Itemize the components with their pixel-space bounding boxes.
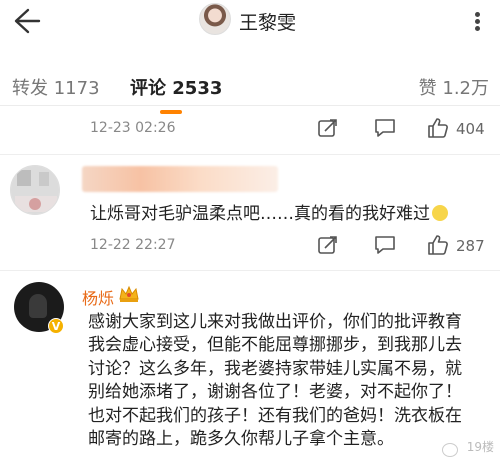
reply-icon[interactable] bbox=[373, 116, 397, 140]
comment-divider bbox=[0, 154, 500, 155]
comment-line: 感谢大家到这儿来对我做出评价，你们的批评教育 bbox=[88, 312, 462, 332]
watermark: 19楼 bbox=[466, 440, 494, 454]
reply-icon[interactable] bbox=[373, 233, 397, 257]
like-count: 287 bbox=[456, 237, 485, 255]
verified-badge-icon: V bbox=[48, 318, 64, 334]
commenter-avatar[interactable] bbox=[10, 165, 60, 215]
comment-line: 讨论？这么多年，我老婆持家带娃儿实属不易，就 bbox=[88, 358, 462, 379]
comment-time: 12-22 22:27 bbox=[90, 237, 176, 253]
like-icon[interactable] bbox=[426, 116, 450, 140]
comment-text: 让烁哥对毛驴温柔点吧……真的看的我好难过 bbox=[90, 199, 448, 224]
comment-time: 12-23 02:26 bbox=[90, 120, 176, 136]
tab-divider bbox=[0, 105, 500, 106]
comment-text-content: 让烁哥对毛驴温柔点吧……真的看的我好难过 bbox=[90, 204, 430, 224]
tab-bar: 转发 1173 评论 2533 赞 1.2万 bbox=[0, 62, 500, 114]
comment-actions: 12-22 22:27 287 bbox=[0, 231, 500, 261]
comment-actions: 12-23 02:26 404 bbox=[0, 114, 500, 144]
comment-line: 我会虚心接受，但能不能屈尊挪挪步，到我那儿去 bbox=[88, 335, 462, 356]
repost-icon[interactable] bbox=[316, 233, 340, 257]
comment-divider bbox=[0, 270, 500, 271]
watermark-logo-icon bbox=[442, 443, 458, 457]
blurred-username bbox=[82, 166, 278, 192]
like-icon[interactable] bbox=[426, 233, 450, 257]
tab-like[interactable]: 赞 1.2万 bbox=[419, 74, 489, 100]
page-title-username[interactable]: 王黎雯 bbox=[239, 8, 296, 35]
like-count: 404 bbox=[456, 120, 485, 138]
comment-text: 感谢大家到这儿来对我做出评价，你们的批评教育 我会虚心接受，但能不能屈尊挪挪步，… bbox=[88, 311, 493, 451]
tab-comment[interactable]: 评论 2533 bbox=[130, 74, 222, 100]
more-vertical-icon[interactable] bbox=[464, 12, 490, 31]
back-arrow-icon[interactable] bbox=[8, 4, 42, 38]
user-avatar[interactable] bbox=[199, 3, 231, 35]
smile-emoji-icon bbox=[432, 205, 448, 221]
top-bar: 王黎雯 bbox=[0, 0, 500, 42]
tab-repost[interactable]: 转发 1173 bbox=[12, 74, 100, 100]
comment-line: 别给她添堵了，谢谢各位了！老婆，对不起你了！ bbox=[88, 382, 462, 403]
avatar-figure bbox=[29, 294, 47, 318]
repost-icon[interactable] bbox=[316, 116, 340, 140]
comment-line: 邮寄的路上，跪多久你帮儿子拿个主意。 bbox=[88, 429, 394, 450]
commenter-name[interactable]: 杨烁 bbox=[82, 285, 114, 309]
comment-line: 也对不起我们的孩子！还有我们的爸妈！洗衣板在 bbox=[88, 405, 462, 426]
crown-icon bbox=[119, 285, 139, 302]
blurred-avatar-image bbox=[11, 166, 59, 214]
